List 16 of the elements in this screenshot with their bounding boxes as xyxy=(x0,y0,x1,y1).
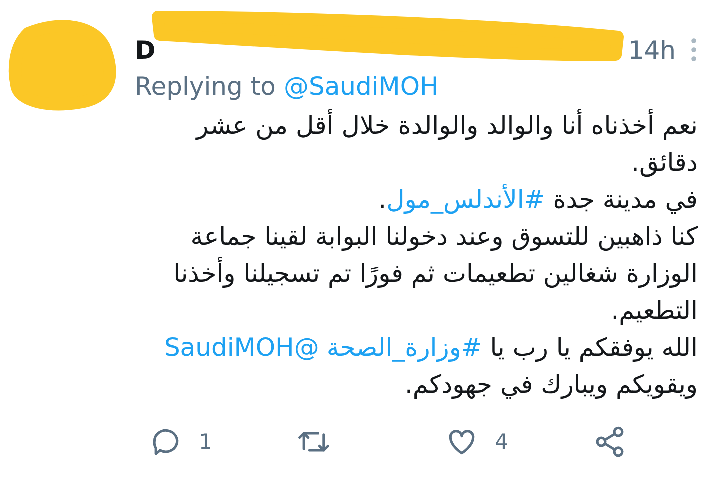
tweet-text-line: دقائق. xyxy=(632,147,698,180)
replying-label: Replying to xyxy=(135,72,276,101)
hashtag-link[interactable]: #الأندلس_مول xyxy=(386,185,546,214)
timestamp: 14h xyxy=(628,36,676,64)
tweet-text-line: في مدينة جدة #الأندلس_مول. xyxy=(378,183,698,216)
reply-count: 1 xyxy=(199,430,212,454)
mention-link[interactable]: @SaudiMOH xyxy=(284,72,439,101)
tweet-text-line: ويقويكم ويبارك في جهودكم. xyxy=(404,369,698,402)
tweet-text-line: التطعيم. xyxy=(611,295,698,327)
tweet-text-line: الوزارة شغالين تطعيمات ثم فورًا تم تسجيلنا وأخذنا xyxy=(174,256,698,290)
tweet-text-line: نعم أخذناه أنا والوالد والوالدة خلال أقل من عشر xyxy=(196,108,698,142)
hashtag-link[interactable]: @SaudiMOH xyxy=(164,333,320,362)
author-name[interactable]: D xyxy=(135,36,156,64)
like-count: 4 xyxy=(495,430,508,454)
hashtag-link[interactable]: #وزارة_الصحة xyxy=(326,333,482,362)
tweet-text-line: كنا ذاهبين للتسوق وعند دخولنا البوابة لقينا جماعة xyxy=(190,221,698,254)
